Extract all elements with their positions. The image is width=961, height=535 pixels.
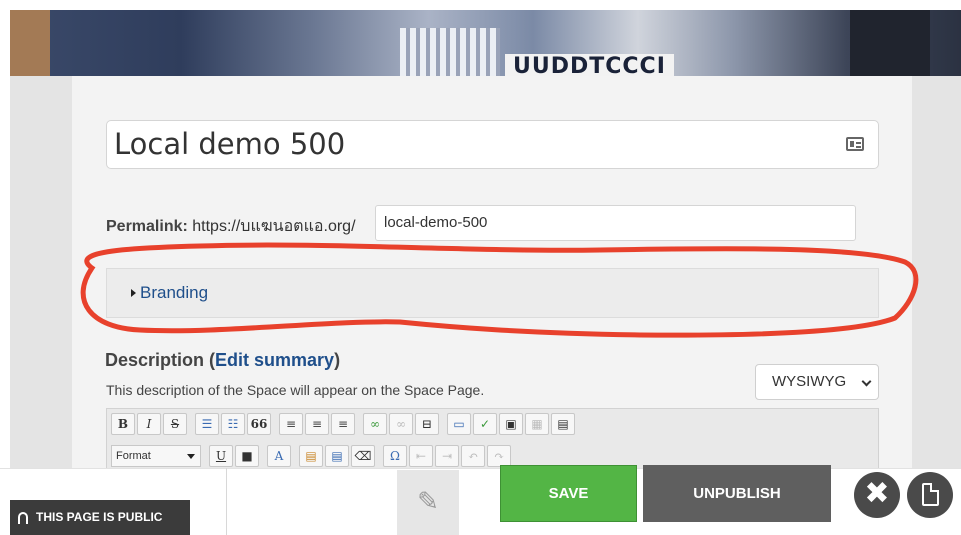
undo-icon[interactable]: ↶ [461, 445, 485, 467]
underline-button[interactable]: U [209, 445, 233, 467]
banner-image: UUDDTCCCI [10, 10, 961, 76]
toolbar-row: B I S ☰ ☷ 66 ≡ ≡ ≡ ∞ ∞ ⊟ ▭ ✓ ▣ ▦ ▤ [111, 413, 575, 437]
edit-summary-link[interactable]: Edit summary [215, 350, 334, 370]
permalink-label: Permalink: https://บแฆนอตแอ.org/ [106, 214, 356, 239]
editor-mode-select[interactable]: WYSIWYG [755, 364, 879, 400]
strikethrough-button[interactable]: S [163, 413, 187, 435]
public-status-badge: THIS PAGE IS PUBLIC [10, 500, 190, 535]
embed-icon[interactable]: ▭ [447, 413, 471, 435]
permalink-label-text: Permalink: [106, 218, 188, 235]
special-char-button[interactable]: Ω [383, 445, 407, 467]
link-icon[interactable]: ∞ [363, 413, 387, 435]
align-left-icon[interactable]: ≡ [279, 413, 303, 435]
description-heading-text: Description ( [105, 350, 216, 370]
public-status-text: THIS PAGE IS PUBLIC [36, 510, 163, 524]
branding-section-toggle[interactable]: Branding [106, 268, 879, 318]
document-icon[interactable] [907, 472, 953, 518]
caret-right-icon [131, 289, 136, 297]
text-color-icon[interactable]: A [267, 445, 291, 467]
table-icon[interactable]: ▦ [525, 413, 549, 435]
outdent-icon[interactable]: ⇤ [409, 445, 433, 467]
more-icon[interactable]: ▤ [551, 413, 575, 435]
bulleted-list-icon[interactable]: ☰ [195, 413, 219, 435]
close-icon[interactable]: ✖ [854, 472, 900, 518]
numbered-list-icon[interactable]: ☷ [221, 413, 245, 435]
banner-decoration [400, 28, 500, 76]
eraser-icon[interactable]: ⌫ [351, 445, 375, 467]
bold-button[interactable]: B [111, 413, 135, 435]
title-value: Local demo 500 [114, 127, 346, 161]
drag-handle-icon[interactable]: ✎ [397, 470, 459, 535]
unlock-icon [18, 512, 28, 524]
permalink-base-url: https://บแฆนอตแอ.org/ [192, 218, 356, 235]
footer-divider [226, 468, 227, 535]
unlink-icon[interactable]: ∞ [389, 413, 413, 435]
page-break-icon[interactable]: ⊟ [415, 413, 439, 435]
toolbar-row: Format U ■ A ▤ ▤ ⌫ Ω ⇤ ⇥ ↶ ↷ [111, 445, 511, 469]
document-glyph [922, 483, 939, 506]
id-card-icon [846, 137, 864, 151]
align-center-icon[interactable]: ≡ [305, 413, 329, 435]
editor-mode-value: WYSIWYG [772, 373, 847, 390]
paste-text-icon[interactable]: ▤ [325, 445, 349, 467]
paste-icon[interactable]: ▤ [299, 445, 323, 467]
branding-label: Branding [140, 283, 209, 302]
image-icon[interactable]: ▣ [499, 413, 523, 435]
format-select[interactable]: Format [111, 445, 201, 467]
blockquote-button[interactable]: 66 [247, 413, 271, 435]
banner-text: UUDDTCCCI [505, 54, 674, 76]
indent-icon[interactable]: ⇥ [435, 445, 459, 467]
chevron-down-icon [861, 376, 872, 387]
banner-decoration [850, 10, 930, 76]
spellcheck-icon[interactable]: ✓ [473, 413, 497, 435]
description-heading: Description (Edit summary) [105, 350, 340, 371]
italic-button[interactable]: I [137, 413, 161, 435]
unpublish-button[interactable]: UNPUBLISH [643, 465, 831, 522]
save-button[interactable]: SAVE [500, 465, 637, 522]
description-help-text: This description of the Space will appea… [106, 382, 485, 398]
banner-decoration [10, 10, 50, 76]
permalink-slug-input[interactable]: local-demo-500 [375, 205, 856, 241]
title-input[interactable]: Local demo 500 [106, 120, 879, 169]
align-right-icon[interactable]: ≡ [331, 413, 355, 435]
highlight-icon[interactable]: ■ [235, 445, 259, 467]
redo-icon[interactable]: ↷ [487, 445, 511, 467]
editor-toolbar: B I S ☰ ☷ 66 ≡ ≡ ≡ ∞ ∞ ⊟ ▭ ✓ ▣ ▦ ▤ Forma… [106, 408, 879, 470]
description-heading-end: ) [334, 350, 341, 370]
